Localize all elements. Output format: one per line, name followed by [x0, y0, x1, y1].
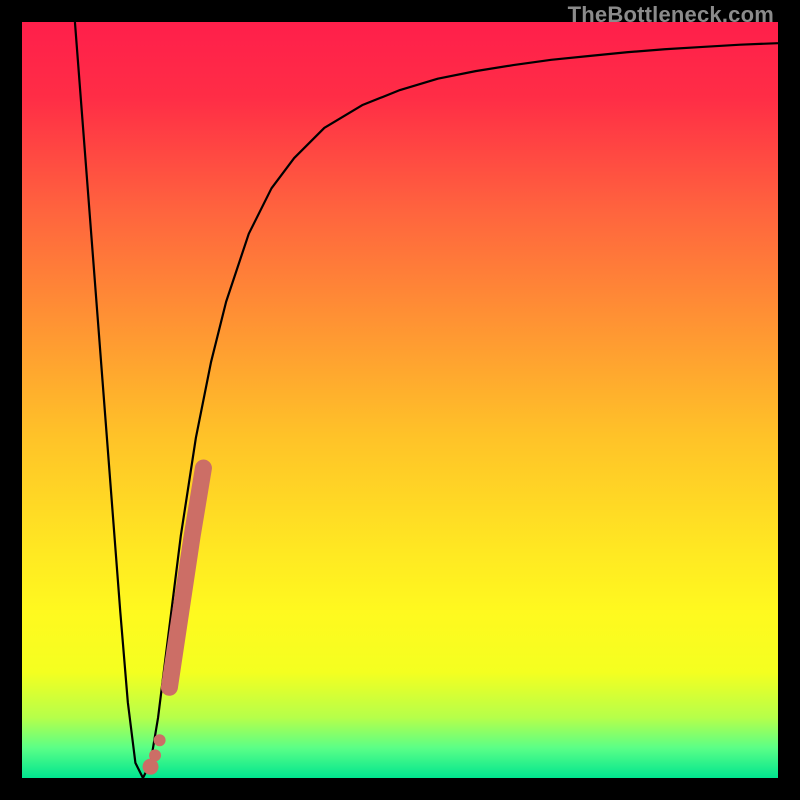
marker-dot — [154, 734, 166, 746]
bottleneck-plot — [22, 22, 778, 778]
marker-dot — [149, 749, 161, 761]
watermark-text: TheBottleneck.com — [568, 2, 774, 28]
chart-frame — [22, 22, 778, 778]
gradient-background — [22, 22, 778, 778]
